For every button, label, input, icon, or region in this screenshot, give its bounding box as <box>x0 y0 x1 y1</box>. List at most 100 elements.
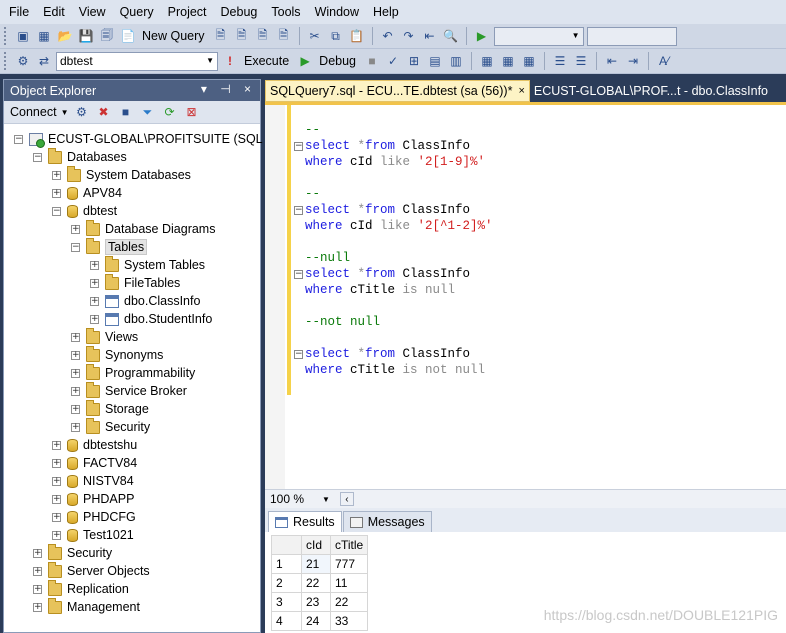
start-icon[interactable]: ▶ <box>473 27 491 45</box>
connect-icon[interactable]: ⚙ <box>14 52 32 70</box>
add-item-icon[interactable]: ▦ <box>35 27 53 45</box>
expand-icon[interactable]: + <box>71 422 80 432</box>
column-header-cid[interactable]: cId <box>301 535 331 555</box>
toolbar-grip[interactable] <box>4 52 8 70</box>
uncomment-icon[interactable]: ☰ <box>572 52 590 70</box>
tab-results[interactable]: Results <box>268 511 342 532</box>
results-to-text-icon[interactable]: ▥ <box>447 52 465 70</box>
stop-icon[interactable]: ■ <box>363 52 381 70</box>
menu-tools[interactable]: Tools <box>264 0 307 24</box>
tree-node[interactable]: − Tables <box>71 237 148 256</box>
design-query-icon[interactable]: ▤ <box>426 52 444 70</box>
menu-file[interactable]: File <box>2 0 36 24</box>
expand-icon[interactable]: + <box>33 602 42 612</box>
menu-edit[interactable]: Edit <box>36 0 72 24</box>
redo-icon[interactable]: ↷ <box>400 27 418 45</box>
table-row[interactable]: 4 24 33 <box>271 611 369 631</box>
disconnect-icon[interactable]: ✖ <box>94 103 112 121</box>
tree-node[interactable]: + PHDAPP <box>52 490 134 508</box>
expand-icon[interactable]: + <box>71 386 80 396</box>
menu-help[interactable]: Help <box>366 0 406 24</box>
increase-indent-icon[interactable]: ⇥ <box>624 52 642 70</box>
menu-window[interactable]: Window <box>308 0 366 24</box>
expand-icon[interactable]: + <box>90 260 99 270</box>
expand-icon[interactable]: + <box>52 458 61 468</box>
column-header-ctitle[interactable]: cTitle <box>329 535 369 555</box>
tree-node[interactable]: + Storage <box>71 399 149 418</box>
refresh-icon[interactable]: ⟳ <box>160 103 178 121</box>
include-plan-icon[interactable]: ▦ <box>499 52 517 70</box>
expand-icon[interactable]: + <box>52 476 61 486</box>
expand-icon[interactable]: + <box>33 584 42 594</box>
navigate-icon[interactable]: ⇤ <box>421 27 439 45</box>
scroll-left-icon[interactable]: ‹ <box>339 492 354 506</box>
solution-platform-dropdown[interactable] <box>586 26 677 46</box>
database-select[interactable]: dbtest ▼ <box>56 51 218 71</box>
tree-node[interactable]: + FACTV84 <box>52 454 137 472</box>
cell-cid[interactable]: 24 <box>301 611 331 631</box>
row-number[interactable]: 4 <box>271 611 302 631</box>
parse-icon[interactable]: ✓ <box>384 52 402 70</box>
expand-icon[interactable]: + <box>71 350 80 360</box>
collapse-icon[interactable]: − <box>294 350 303 359</box>
expand-icon[interactable]: + <box>52 494 61 504</box>
new-query-icon[interactable]: 📄 <box>119 27 137 45</box>
expand-icon[interactable]: + <box>90 278 99 288</box>
expand-icon[interactable]: + <box>52 512 61 522</box>
tree-node[interactable]: + Management <box>33 597 140 616</box>
intellisense-icon[interactable]: ▦ <box>478 52 496 70</box>
expand-icon[interactable]: + <box>71 404 80 414</box>
row-number[interactable]: 1 <box>271 554 302 574</box>
specify-values-icon[interactable]: A⁄ <box>655 52 673 70</box>
tab-classinfo[interactable]: ECUST-GLOBAL\PROF...t - dbo.ClassInfo <box>530 80 772 102</box>
paste-icon[interactable]: 📋 <box>348 27 366 45</box>
debug-button[interactable]: Debug <box>319 54 356 68</box>
collapse-icon[interactable]: − <box>294 142 303 151</box>
chevron-down-icon[interactable]: ▼ <box>322 495 330 504</box>
tree-node[interactable]: + Database Diagrams <box>71 219 215 238</box>
table-row[interactable]: 2 22 11 <box>271 573 369 593</box>
execute-button[interactable]: Execute <box>244 54 289 68</box>
row-number-header[interactable] <box>271 535 302 555</box>
tree-node[interactable]: + NISTV84 <box>52 472 134 490</box>
expand-icon[interactable]: + <box>52 188 61 198</box>
copy-icon[interactable]: ⧉ <box>327 27 345 45</box>
tree-node[interactable]: + System Tables <box>90 255 205 274</box>
expand-icon[interactable]: + <box>71 368 80 378</box>
tree-node[interactable]: + Replication <box>33 579 129 598</box>
row-number[interactable]: 3 <box>271 592 302 612</box>
db-query-icon[interactable]: 🗎 <box>212 27 230 45</box>
tree-node[interactable]: − ECUST-GLOBAL\PROFITSUITE (SQL Ser <box>14 130 285 148</box>
cell-cid[interactable]: 21 <box>301 554 331 574</box>
tree-node[interactable]: − Databases <box>33 147 127 166</box>
expand-icon[interactable]: + <box>90 296 99 306</box>
expand-icon[interactable]: + <box>52 440 61 450</box>
connect-icon[interactable]: ⚙ <box>72 103 90 121</box>
zoom-level[interactable]: 100 % <box>270 492 304 506</box>
collapse-icon[interactable]: − <box>52 206 61 216</box>
tab-messages[interactable]: Messages <box>342 511 432 532</box>
cell-cid[interactable]: 23 <box>301 592 331 612</box>
expand-icon[interactable]: + <box>33 566 42 576</box>
tree-node[interactable]: + Programmability <box>71 363 195 382</box>
save-icon[interactable]: 💾 <box>77 27 95 45</box>
mdx-query-icon[interactable]: 🗎 <box>233 27 251 45</box>
tab-sqlquery7[interactable]: SQLQuery7.sql - ECU...TE.dbtest (sa (56)… <box>265 80 530 102</box>
filter-icon[interactable]: ⏷ <box>138 103 156 121</box>
tree-node[interactable]: + dbo.StudentInfo <box>90 310 212 328</box>
undo-icon[interactable]: ↶ <box>379 27 397 45</box>
tree-node[interactable]: + Server Objects <box>33 561 150 580</box>
collapse-icon[interactable]: − <box>294 206 303 215</box>
menu-project[interactable]: Project <box>161 0 214 24</box>
menu-debug[interactable]: Debug <box>214 0 265 24</box>
tree-node[interactable]: + Service Broker <box>71 381 187 400</box>
tree-node[interactable]: + Security <box>71 417 150 436</box>
open-file-icon[interactable]: 📂 <box>56 27 74 45</box>
chevron-down-icon[interactable]: ▼ <box>61 108 69 117</box>
toolbar-grip[interactable] <box>4 27 8 45</box>
expand-icon[interactable]: + <box>90 314 99 324</box>
activity-monitor-icon[interactable]: ⊠ <box>182 103 200 121</box>
table-row[interactable]: 1 21 777 <box>271 554 369 574</box>
expand-icon[interactable]: + <box>52 170 61 180</box>
expand-icon[interactable]: + <box>33 548 42 558</box>
